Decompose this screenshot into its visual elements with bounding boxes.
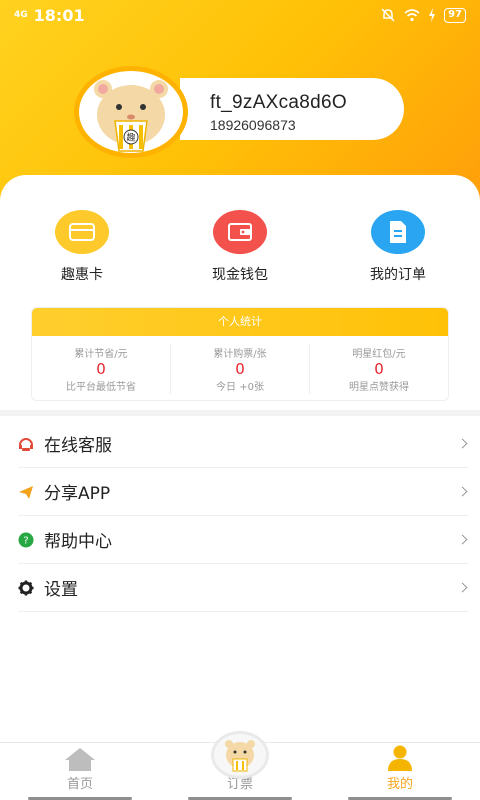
card-icon [55, 210, 109, 254]
tab-home[interactable]: 首页 [0, 743, 160, 800]
menu-label: 设置 [44, 580, 78, 600]
chevron-right-icon [457, 438, 468, 449]
hamster-ticket-icon [211, 731, 269, 779]
share-icon [18, 484, 34, 500]
user-info-card[interactable]: ft_9zAXca8d6O 18926096873 [180, 78, 404, 140]
gear-icon [18, 580, 34, 596]
charging-icon [429, 8, 436, 22]
stat-savings: 累计节省/元 0 比平台最低节省 [32, 336, 170, 400]
stat-red-packet: 明星红包/元 0 明星点赞获得 [309, 344, 448, 394]
customer-service-icon [18, 436, 34, 452]
stats-title: 个人统计 [32, 308, 448, 336]
avatar-badge-text: 趣 [126, 132, 135, 144]
hamster-popcorn-avatar-icon: 趣 [94, 80, 168, 152]
section-divider [0, 410, 480, 416]
menu-item-help[interactable]: ? 帮助中心 [18, 516, 468, 564]
svg-text:?: ? [23, 535, 28, 546]
avatar[interactable]: 趣 [74, 66, 188, 158]
menu-item-settings[interactable]: 设置 [18, 564, 468, 612]
quick-action-card-label: 趣惠卡 [61, 267, 103, 283]
stat-subtitle: 明星点赞获得 [349, 382, 409, 393]
status-bar: 4G 18:01 97 [0, 0, 480, 30]
tab-label: 我的 [386, 777, 413, 792]
menu-item-customer-service[interactable]: 在线客服 [18, 420, 468, 468]
quick-action-card[interactable]: 趣惠卡 [22, 210, 142, 290]
menu-item-share[interactable]: 分享APP [18, 468, 468, 516]
username: ft_9zAXca8d6O [210, 92, 347, 113]
quick-action-orders-label: 我的订单 [370, 267, 426, 283]
bottom-tab-bar: 首页 订票 我的 [0, 731, 480, 800]
quick-actions: 趣惠卡 现金钱包 我的订单 [0, 210, 480, 290]
stat-subtitle: 今日 +0张 [216, 382, 264, 393]
status-time: 18:01 [33, 5, 85, 25]
home-icon [65, 748, 95, 771]
battery-level: 97 [444, 7, 466, 23]
stat-value: 0 [235, 360, 245, 378]
quick-action-wallet-label: 现金钱包 [212, 267, 268, 283]
stat-value: 0 [374, 360, 384, 378]
menu-label: 帮助中心 [44, 532, 112, 552]
wifi-icon [404, 9, 420, 22]
chevron-right-icon [457, 534, 468, 545]
stat-title: 累计节省/元 [74, 349, 128, 360]
tab-label: 首页 [66, 777, 93, 792]
stat-subtitle: 比平台最低节省 [66, 382, 136, 393]
menu-label: 在线客服 [44, 436, 112, 456]
network-indicator: 4G [14, 9, 28, 20]
menu-list: 在线客服 分享APP ? 帮助中心 设置 [18, 420, 468, 612]
order-icon [371, 210, 425, 254]
help-icon: ? [18, 532, 34, 548]
stat-title: 明星红包/元 [352, 349, 406, 360]
chevron-right-icon [457, 582, 468, 593]
tab-tickets[interactable]: 订票 [160, 731, 320, 800]
user-icon [388, 745, 412, 771]
phone-number: 18926096873 [210, 117, 296, 133]
personal-stats-card: 个人统计 累计节省/元 0 比平台最低节省 累计购票/张 0 今日 +0张 明星… [31, 307, 449, 401]
mute-icon [381, 8, 395, 22]
stat-value: 0 [96, 360, 106, 378]
stat-tickets: 累计购票/张 0 今日 +0张 [170, 344, 309, 394]
tab-mine[interactable]: 我的 [320, 743, 480, 800]
wallet-icon [213, 210, 267, 254]
chevron-right-icon [457, 486, 468, 497]
quick-action-orders[interactable]: 我的订单 [338, 210, 458, 290]
quick-action-wallet[interactable]: 现金钱包 [180, 210, 300, 290]
stat-title: 累计购票/张 [213, 349, 267, 360]
menu-label: 分享APP [44, 484, 111, 504]
